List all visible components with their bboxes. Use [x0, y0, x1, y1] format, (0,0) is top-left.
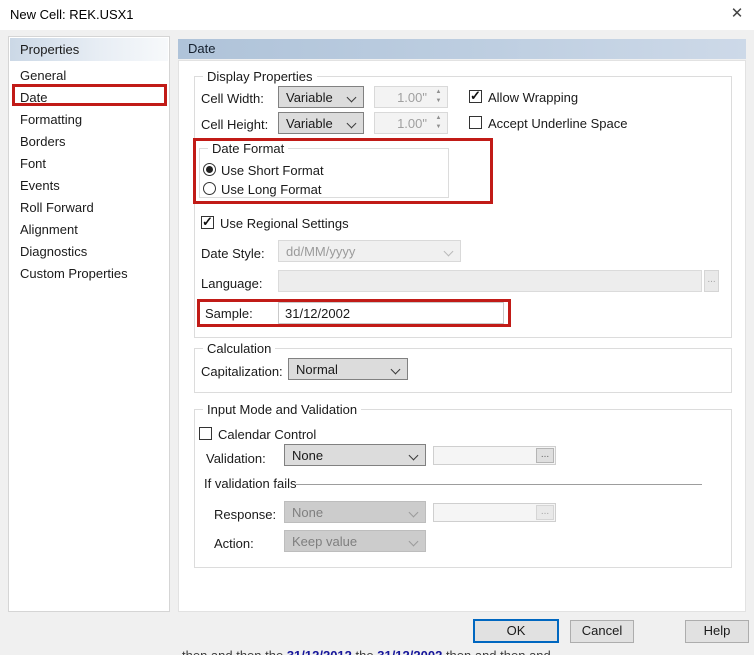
ellipsis-icon: ... [707, 274, 716, 285]
use-long-format-radio[interactable] [203, 182, 216, 195]
response-value: None [292, 505, 324, 520]
sample-value: 31/12/2002 [285, 306, 351, 321]
use-short-format-label: Use Short Format [221, 163, 324, 178]
page-title: Date [178, 39, 746, 59]
sidebar-item-general[interactable]: General [10, 65, 168, 87]
new-cell-dialog: New Cell: REK.USX1 ✕ Properties General … [0, 0, 754, 655]
sidebar-item-font[interactable]: Font [10, 153, 168, 175]
validation-select[interactable]: None [284, 444, 426, 466]
cell-height-size-stepper: 1.00" [374, 112, 448, 134]
response-browse-button: ... [536, 505, 554, 520]
ok-button[interactable]: OK [473, 619, 559, 643]
use-short-format-radio[interactable] [203, 163, 216, 176]
clipped-link: 31/12/2012 [287, 648, 352, 655]
cell-width-label: Cell Width: [201, 91, 264, 106]
language-field [278, 270, 702, 292]
ellipsis-icon: ... [540, 506, 550, 517]
use-long-format-label: Use Long Format [221, 182, 322, 197]
cancel-button-label: Cancel [581, 623, 623, 638]
cell-height-value: Variable [286, 116, 333, 131]
sidebar-item-formatting[interactable]: Formatting [10, 109, 168, 131]
cell-width-size-stepper: 1.00" [374, 86, 448, 108]
response-select: None [284, 501, 426, 523]
cell-width-select[interactable]: Variable [278, 86, 364, 108]
cell-height-label: Cell Height: [201, 117, 269, 132]
help-button[interactable]: Help [685, 620, 749, 643]
date-style-label: Date Style: [201, 246, 265, 261]
calendar-control-label: Calendar Control [218, 427, 317, 442]
clipped-link: 31/12/2002 [377, 648, 442, 655]
accept-underline-checkbox[interactable] [469, 116, 482, 129]
allow-wrapping-checkbox[interactable] [469, 88, 482, 104]
clipped-background-text: then and then the 31/12/2012 the 31/12/2… [182, 648, 742, 655]
sidebar-header: Properties [10, 38, 168, 61]
display-properties-group: Display Properties [194, 69, 732, 338]
divider [296, 484, 702, 485]
clipped-text: the [356, 648, 374, 655]
cell-width-size-value: 1.00" [397, 90, 427, 105]
calculation-legend: Calculation [203, 341, 276, 356]
cell-height-size-value: 1.00" [397, 116, 427, 131]
sidebar-item-roll-forward[interactable]: Roll Forward [10, 197, 168, 219]
action-label: Action: [214, 536, 254, 551]
spinner-up-down-icon [432, 88, 445, 106]
sidebar-item-custom-properties[interactable]: Custom Properties [10, 263, 168, 285]
title-bar: New Cell: REK.USX1 ✕ [0, 0, 754, 30]
validation-label: Validation: [206, 451, 266, 466]
allow-wrapping-label: Allow Wrapping [488, 90, 579, 105]
sidebar-item-diagnostics[interactable]: Diagnostics [10, 241, 168, 263]
sample-field[interactable]: 31/12/2002 [278, 302, 504, 324]
ok-button-label: OK [506, 623, 526, 638]
chevron-down-icon [408, 536, 419, 547]
date-style-value: dd/MM/yyyy [286, 244, 356, 259]
ellipsis-icon: ... [540, 449, 550, 460]
sidebar-item-events[interactable]: Events [10, 175, 168, 197]
language-browse-button: ... [704, 270, 719, 292]
clipped-text: then and then and [446, 648, 551, 655]
date-style-select: dd/MM/yyyy [278, 240, 461, 262]
capitalization-select[interactable]: Normal [288, 358, 408, 380]
action-select: Keep value [284, 530, 426, 552]
cell-height-select[interactable]: Variable [278, 112, 364, 134]
chevron-down-icon [346, 118, 357, 129]
display-properties-legend: Display Properties [203, 69, 317, 84]
sidebar-item-borders[interactable]: Borders [10, 131, 168, 153]
close-icon[interactable]: ✕ [727, 4, 747, 24]
chevron-down-icon [346, 92, 357, 103]
chevron-down-icon [443, 246, 454, 257]
accept-underline-label: Accept Underline Space [488, 116, 628, 131]
help-button-label: Help [703, 623, 731, 638]
chevron-down-icon [408, 450, 419, 461]
date-format-legend: Date Format [208, 141, 289, 156]
validation-value: None [292, 448, 324, 463]
action-value: Keep value [292, 534, 358, 549]
response-label: Response: [214, 507, 277, 522]
chevron-down-icon [390, 364, 401, 375]
use-regional-settings-checkbox[interactable] [201, 214, 214, 230]
sample-label: Sample: [205, 306, 253, 321]
language-label: Language: [201, 276, 263, 291]
window-title: New Cell: REK.USX1 [10, 7, 134, 22]
chevron-down-icon [408, 507, 419, 518]
cancel-button[interactable]: Cancel [570, 620, 634, 643]
properties-sidebar: Properties General Date Formatting Borde… [8, 36, 170, 612]
sidebar-item-alignment[interactable]: Alignment [10, 219, 168, 241]
validation-browse-button[interactable]: ... [536, 448, 554, 463]
date-page: Display Properties Cell Width: Variable … [178, 60, 746, 612]
clipped-text: then and then the [182, 648, 283, 655]
input-mode-legend: Input Mode and Validation [203, 402, 362, 417]
cell-width-value: Variable [286, 90, 333, 105]
capitalization-label: Capitalization: [201, 364, 283, 379]
sidebar-item-date[interactable]: Date [10, 87, 168, 109]
capitalization-value: Normal [296, 362, 338, 377]
if-validation-fails-label: If validation fails [204, 476, 297, 491]
use-regional-settings-label: Use Regional Settings [220, 216, 349, 231]
calendar-control-checkbox[interactable] [199, 427, 212, 440]
spinner-up-down-icon [432, 114, 445, 132]
